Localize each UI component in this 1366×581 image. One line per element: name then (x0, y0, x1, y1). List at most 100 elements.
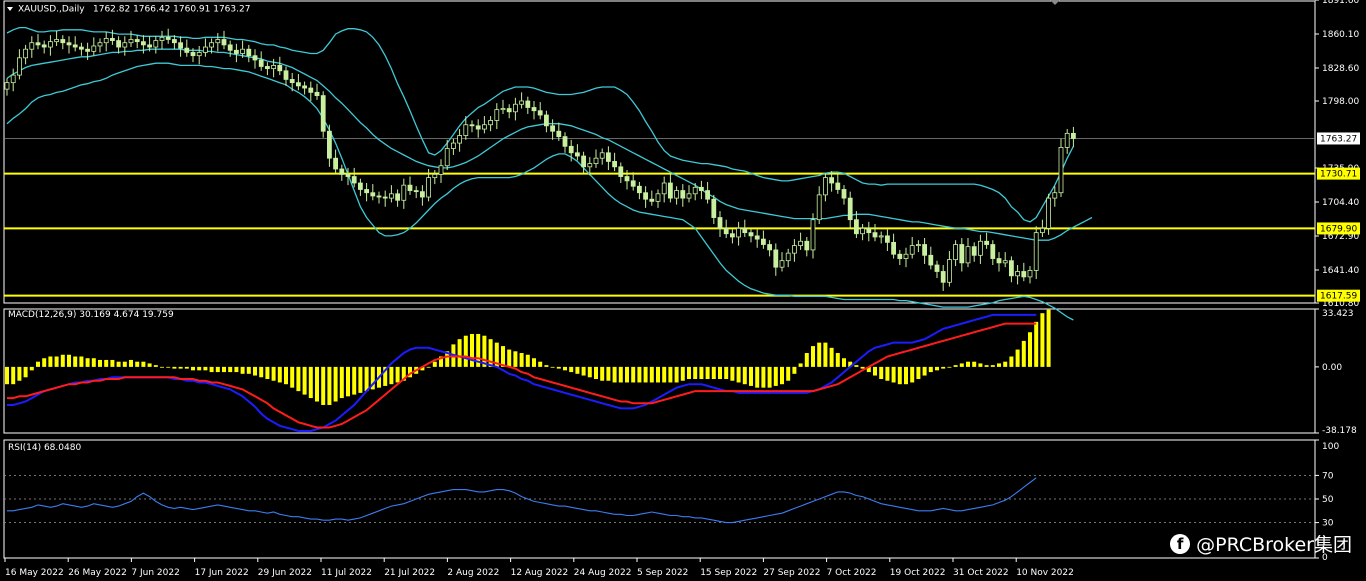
macd-histogram-bar[interactable] (166, 366, 171, 368)
macd-histogram-bar[interactable] (147, 363, 152, 367)
macd-histogram-bar[interactable] (513, 351, 518, 367)
candle-body[interactable] (450, 142, 456, 149)
macd-histogram-bar[interactable] (1003, 361, 1008, 367)
candle-body[interactable] (525, 100, 531, 108)
macd-histogram-bar[interactable] (85, 358, 90, 367)
candle-body[interactable] (581, 155, 586, 168)
macd-histogram-bar[interactable] (556, 366, 561, 369)
candle-body[interactable] (649, 198, 655, 202)
macd-histogram-bar[interactable] (643, 366, 648, 383)
macd-histogram-bar[interactable] (935, 366, 939, 371)
candle-body[interactable] (940, 271, 946, 283)
macd-histogram-bar[interactable] (426, 366, 431, 368)
macd-histogram-bar[interactable] (246, 366, 251, 374)
macd-histogram-bar[interactable] (11, 366, 16, 385)
candle-body[interactable] (110, 38, 115, 41)
candle-body[interactable] (457, 135, 463, 144)
candle-body[interactable] (612, 161, 617, 168)
candle-body[interactable] (401, 184, 407, 201)
macd-histogram-bar[interactable] (699, 366, 704, 380)
candle-body[interactable] (116, 40, 121, 48)
candle-body[interactable] (959, 244, 965, 264)
candle-body[interactable] (1015, 271, 1020, 277)
candle-body[interactable] (252, 55, 258, 61)
dropdown-triangle-icon[interactable] (7, 7, 13, 11)
macd-panel[interactable] (5, 309, 1051, 432)
candle-body[interactable] (4, 82, 10, 90)
candle-body[interactable] (934, 264, 940, 272)
candle-body[interactable] (779, 260, 785, 268)
candle-body[interactable] (990, 244, 996, 259)
macd-histogram-bar[interactable] (1046, 309, 1051, 367)
macd-histogram-bar[interactable] (1040, 313, 1045, 367)
candle-body[interactable] (48, 41, 53, 48)
candle-body[interactable] (537, 110, 543, 116)
candle-body[interactable] (810, 219, 816, 251)
candle-body[interactable] (1064, 132, 1070, 148)
candle-body[interactable] (897, 253, 903, 259)
candle-body[interactable] (140, 41, 146, 46)
candle-body[interactable] (221, 39, 227, 46)
macd-histogram-bar[interactable] (792, 366, 797, 374)
macd-histogram-bar[interactable] (860, 366, 865, 369)
candle-body[interactable] (277, 64, 283, 72)
macd-histogram-bar[interactable] (507, 349, 512, 367)
macd-histogram-bar[interactable] (631, 366, 636, 383)
candle-body[interactable] (494, 109, 500, 121)
candle-body[interactable] (1021, 271, 1027, 278)
candle-body[interactable] (674, 190, 679, 199)
candle-body[interactable] (556, 130, 562, 138)
candle-body[interactable] (500, 108, 506, 111)
macd-histogram-bar[interactable] (234, 366, 239, 373)
macd-histogram-bar[interactable] (532, 358, 536, 367)
candle-body[interactable] (655, 193, 661, 202)
candle-body[interactable] (550, 125, 555, 132)
macd-histogram-bar[interactable] (550, 366, 555, 368)
macd-histogram-bar[interactable] (98, 359, 102, 367)
candle-body[interactable] (190, 52, 196, 57)
macd-histogram-bar[interactable] (897, 366, 902, 385)
candle-body[interactable] (357, 182, 363, 190)
macd-histogram-bar[interactable] (742, 366, 747, 385)
candle-body[interactable] (562, 136, 568, 147)
macd-histogram-bar[interactable] (705, 366, 710, 380)
candle-body[interactable] (885, 235, 890, 243)
candle-body[interactable] (748, 232, 754, 237)
candle-body[interactable] (488, 120, 494, 126)
candle-body[interactable] (624, 176, 630, 182)
macd-histogram-bar[interactable] (54, 356, 59, 367)
candle-body[interactable] (165, 36, 171, 40)
candle-body[interactable] (54, 39, 59, 43)
macd-histogram-bar[interactable] (364, 366, 369, 392)
macd-histogram-bar[interactable] (5, 366, 9, 385)
candle-body[interactable] (289, 79, 295, 84)
candle-body[interactable] (364, 189, 370, 194)
macd-histogram-bar[interactable] (674, 366, 679, 383)
macd-histogram-bar[interactable] (470, 333, 474, 367)
price-panel[interactable] (4, 26, 1315, 321)
macd-histogram-bar[interactable] (928, 366, 933, 373)
candle-body[interactable] (444, 148, 450, 167)
macd-histogram-bar[interactable] (1021, 340, 1026, 367)
macd-histogram-bar[interactable] (953, 365, 958, 367)
macd-histogram-bar[interactable] (649, 366, 654, 383)
macd-histogram-bar[interactable] (67, 354, 71, 367)
macd-histogram-bar[interactable] (724, 366, 729, 380)
macd-histogram-bar[interactable] (1028, 332, 1032, 367)
macd-histogram-bar[interactable] (191, 366, 195, 371)
macd-histogram-bar[interactable] (978, 363, 983, 367)
macd-histogram-bar[interactable] (984, 365, 989, 367)
candle-body[interactable] (264, 66, 270, 70)
candle-body[interactable] (519, 100, 524, 105)
macd-histogram-bar[interactable] (271, 366, 276, 381)
macd-histogram-bar[interactable] (308, 366, 313, 399)
macd-histogram-bar[interactable] (321, 366, 326, 405)
macd-histogram-bar[interactable] (259, 366, 264, 378)
candle-body[interactable] (283, 70, 289, 80)
macd-histogram-bar[interactable] (104, 359, 109, 367)
candle-body[interactable] (903, 253, 909, 259)
macd-histogram-bar[interactable] (358, 366, 363, 393)
macd-histogram-bar[interactable] (277, 366, 282, 383)
candle-body[interactable] (178, 42, 184, 49)
macd-histogram-bar[interactable] (786, 366, 791, 381)
